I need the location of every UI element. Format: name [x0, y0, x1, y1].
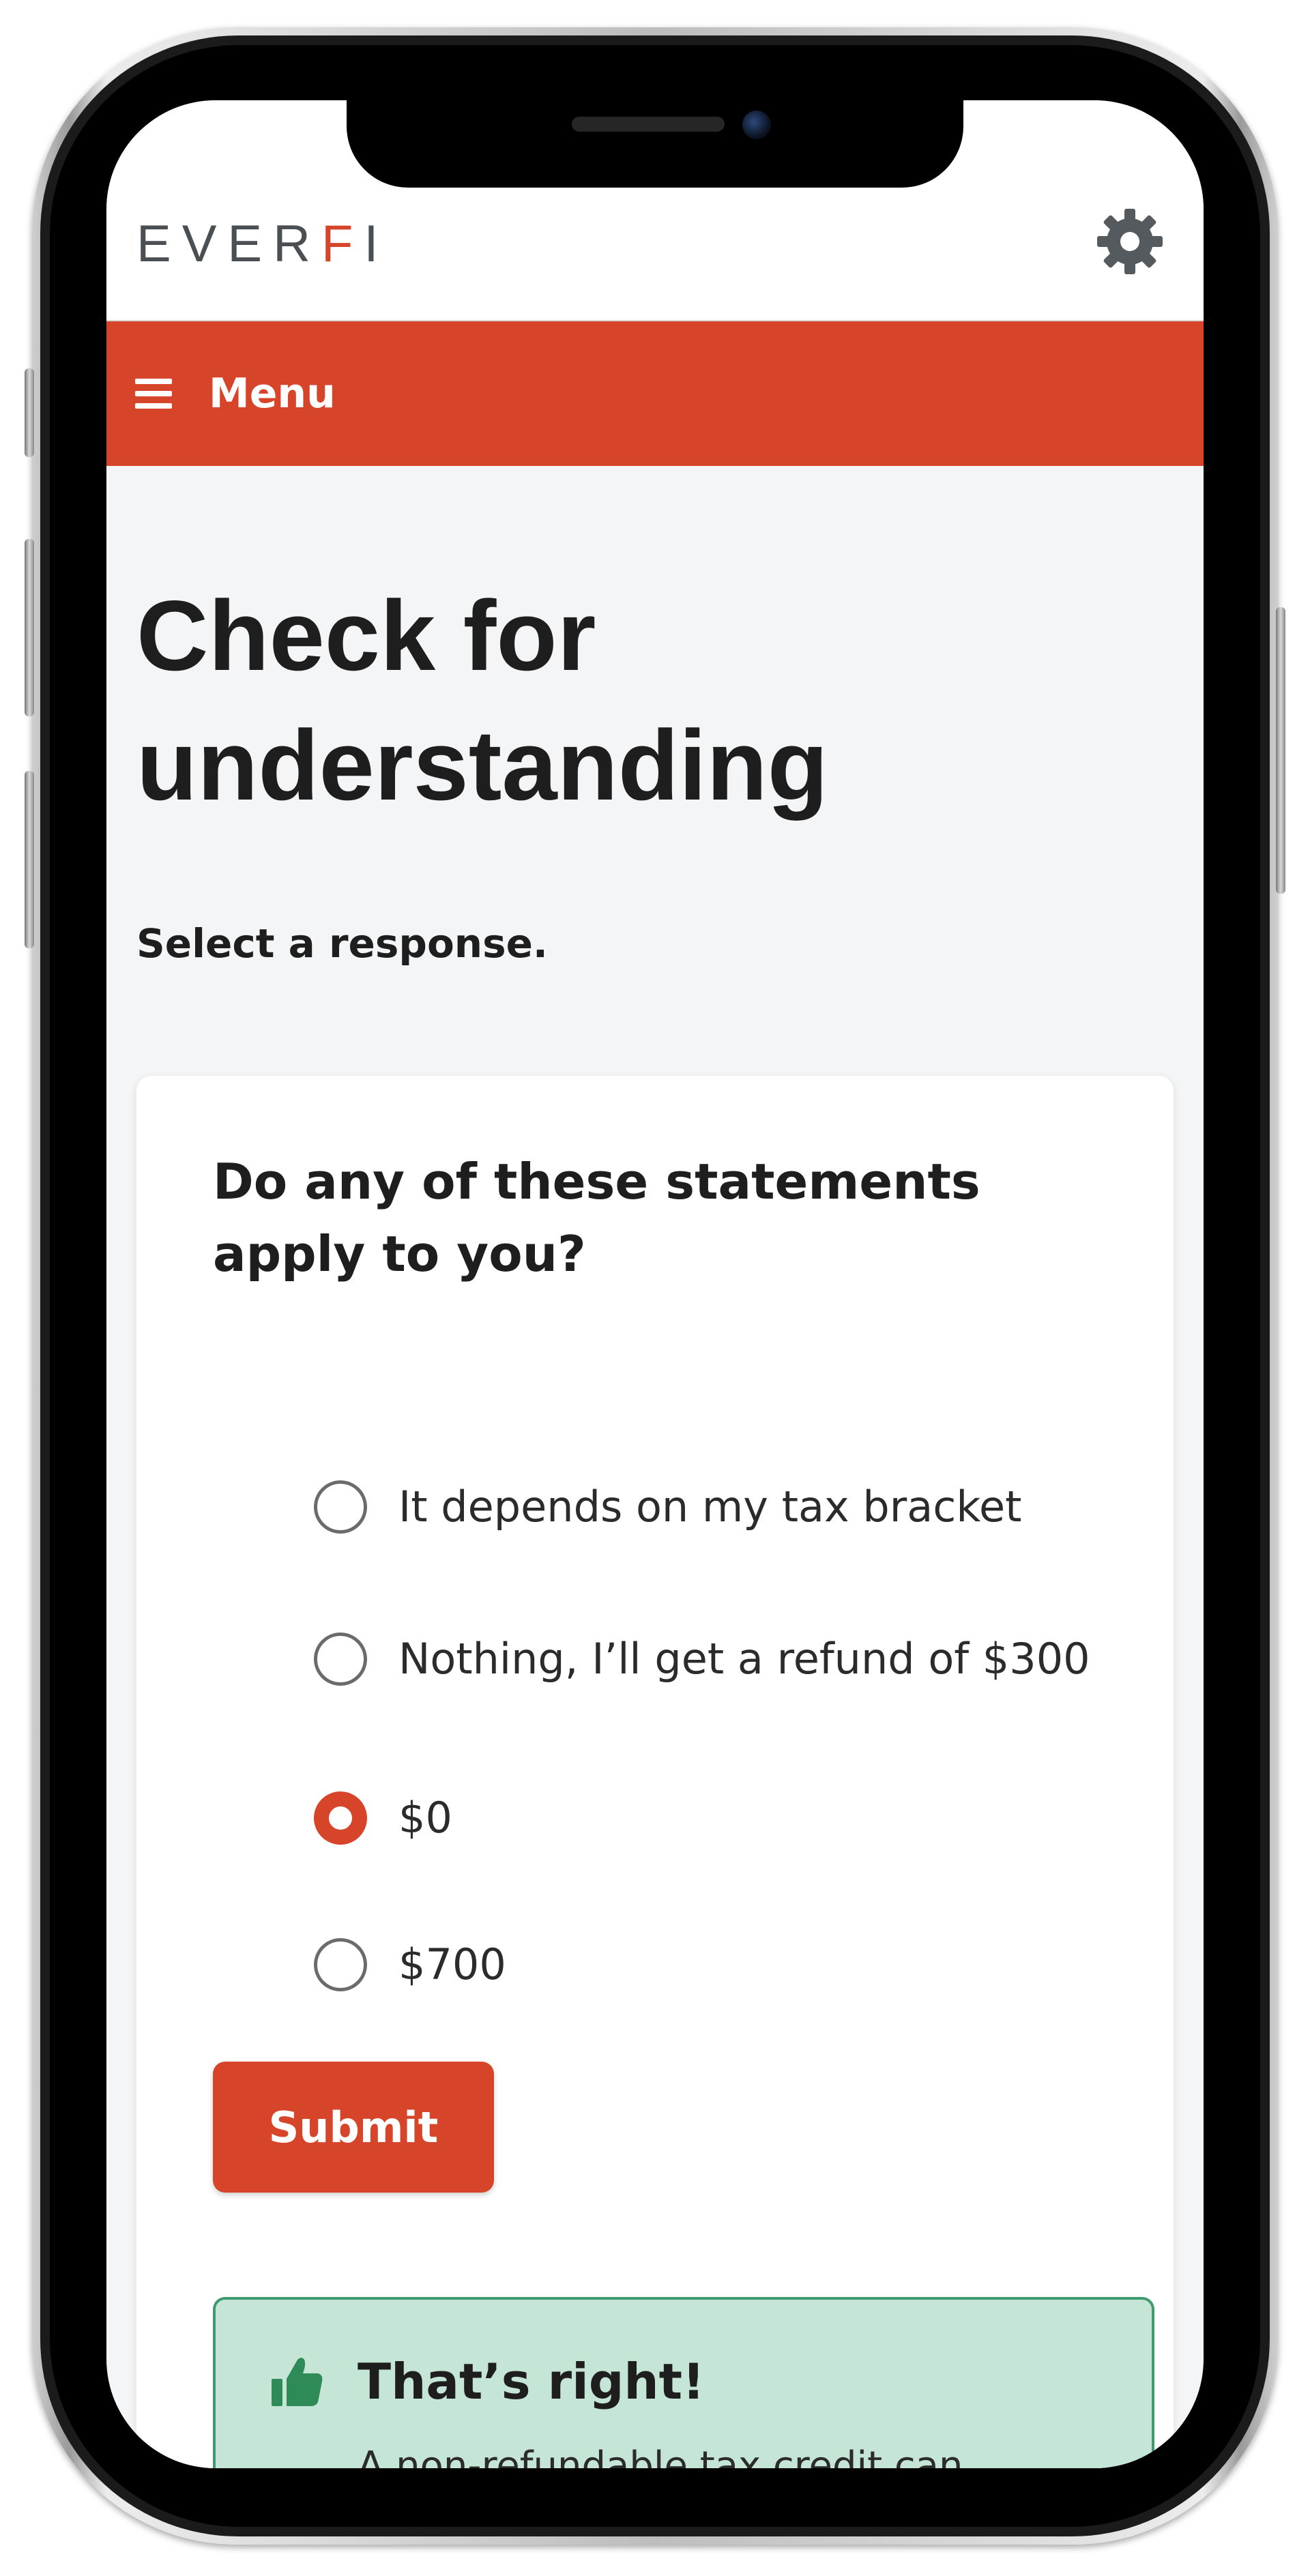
option-label[interactable]: $700	[398, 1931, 506, 1999]
submit-button[interactable]: Submit	[213, 2062, 494, 2193]
volume-down-button	[25, 771, 34, 948]
answer-option[interactable]: Nothing, I’ll get a refund of $300	[314, 1625, 1090, 1693]
thumbs-up-icon	[272, 2358, 323, 2406]
answer-option-selected[interactable]: $0	[314, 1784, 452, 1852]
phone-screen: EVERFI Menu Check for understanding Sele…	[106, 100, 1204, 2468]
radio-button[interactable]	[314, 1480, 367, 1534]
volume-up-button	[25, 539, 34, 716]
answer-option[interactable]: $700	[314, 1931, 506, 1999]
notch	[347, 100, 963, 188]
front-camera	[742, 111, 771, 139]
page-title: Check for understanding	[136, 580, 828, 821]
speaker-grille	[572, 117, 725, 132]
question-card: Do any of these statements apply to you?…	[136, 1076, 1174, 2468]
feedback-body: A non-refundable tax credit can only can…	[358, 2444, 963, 2468]
gear-icon[interactable]	[1096, 207, 1164, 276]
option-label[interactable]: It depends on my tax bracket	[398, 1473, 1021, 1541]
feedback-title: That’s right!	[358, 2353, 705, 2410]
menu-label[interactable]: Menu	[209, 368, 336, 420]
instruction-text: Select a response.	[136, 920, 548, 967]
everfi-logo[interactable]: EVERFI	[136, 218, 390, 270]
hamburger-icon[interactable]	[135, 379, 172, 409]
power-button	[1276, 607, 1285, 894]
menu-bar[interactable]: Menu	[106, 321, 1204, 466]
option-label[interactable]: Nothing, I’ll get a refund of $300	[398, 1625, 1090, 1693]
silent-switch	[25, 368, 34, 457]
radio-button-selected[interactable]	[314, 1791, 367, 1845]
radio-button[interactable]	[314, 1938, 367, 1991]
answer-option[interactable]: It depends on my tax bracket	[314, 1473, 1021, 1541]
feedback-box: That’s right! A non-refundable tax credi…	[213, 2297, 1154, 2468]
option-label[interactable]: $0	[398, 1784, 452, 1852]
radio-button[interactable]	[314, 1633, 367, 1686]
question-text: Do any of these statements apply to you?	[213, 1153, 980, 1283]
